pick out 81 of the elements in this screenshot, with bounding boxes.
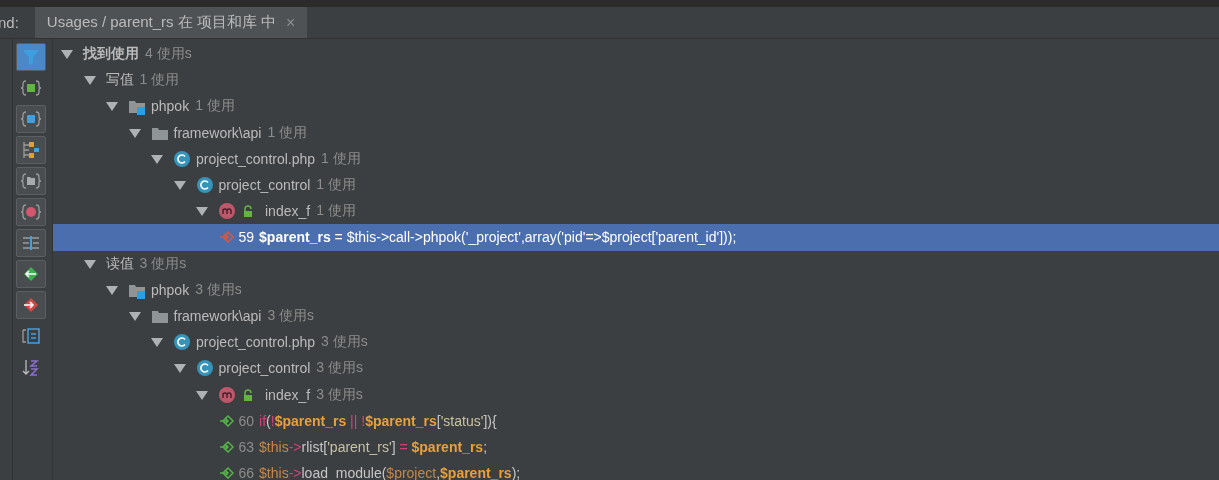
- braces-field-button[interactable]: [16, 105, 46, 133]
- expanded-arrow-icon[interactable]: [151, 153, 163, 164]
- code-line: $this->load_module($project,$parent_rs);: [259, 465, 521, 480]
- arrow-diamond-button[interactable]: [16, 260, 46, 288]
- node-label: project_control.php: [196, 334, 316, 351]
- node-label: 写值: [105, 71, 134, 90]
- arrow-diamond-icon: [21, 295, 41, 315]
- code-line: $parent_rs = $this->call->phpok('_project',array('pid'=>$project['parent_id']));: [259, 229, 737, 246]
- class-icon: [173, 333, 191, 352]
- usage-count: 1 使用: [316, 202, 356, 221]
- method-icon: [218, 385, 236, 404]
- write-access-icon: [218, 231, 235, 244]
- class-icon: [195, 359, 214, 378]
- usage-row[interactable]: 59 $parent_rs = $this->call->phpok('_project',array('pid'=>$project['parent_id']));: [53, 224, 1219, 251]
- usage-count: 1 使用: [195, 97, 235, 116]
- read-access-icon: [218, 467, 235, 480]
- node-label: phpok: [151, 98, 190, 115]
- split-button[interactable]: [16, 229, 46, 257]
- lock-icon: [241, 388, 253, 401]
- expanded-arrow-icon[interactable]: [151, 337, 163, 348]
- node-label: framework\api: [173, 307, 262, 324]
- expanded-arrow-icon[interactable]: [128, 310, 141, 321]
- expanded-arrow-icon[interactable]: [83, 75, 96, 86]
- expanded-arrow-icon[interactable]: [106, 284, 118, 295]
- class-icon: [173, 149, 191, 168]
- node-label: 读值: [105, 254, 134, 273]
- usage-row[interactable]: 66 $this->load_module($project,$parent_rs);: [53, 460, 1219, 480]
- line-number: 60: [238, 412, 255, 429]
- line-number: 66: [238, 465, 255, 480]
- read-access-icon: [218, 414, 235, 427]
- read-access-icon: [218, 440, 235, 453]
- usage-row[interactable]: 60 if(!$parent_rs || !$parent_rs['status']){: [53, 407, 1219, 434]
- usage-count: 1 使用: [267, 123, 308, 142]
- tree-icon: [21, 140, 41, 160]
- node-label: project_control: [218, 177, 311, 194]
- arrow-diamond-button[interactable]: [16, 291, 46, 319]
- line-number: 63: [238, 438, 255, 455]
- node-label: project_control.php: [196, 150, 316, 167]
- expanded-arrow-icon[interactable]: [196, 206, 208, 217]
- node-label: 找到使用: [83, 45, 139, 64]
- usage-count: 1 使用: [316, 176, 356, 195]
- usage-count: 1 使用: [321, 149, 361, 168]
- expanded-arrow-icon[interactable]: [196, 389, 208, 400]
- usage-count: 3 使用s: [267, 306, 315, 325]
- line-number: 59: [238, 229, 255, 246]
- usage-row[interactable]: 63 $this->rlist['parent_rs'] = $parent_rs;: [53, 433, 1219, 460]
- expanded-arrow-icon[interactable]: [173, 363, 186, 374]
- usage-count: 3 使用s: [139, 254, 187, 273]
- node-label: framework\api: [173, 124, 262, 141]
- method-icon: [218, 202, 236, 221]
- expanded-arrow-icon[interactable]: [173, 180, 186, 191]
- lock-icon: [241, 205, 253, 218]
- split-icon: [21, 233, 41, 253]
- class-icon: [195, 176, 214, 195]
- preview-icon: [21, 326, 41, 346]
- filter-icon: [21, 47, 41, 67]
- tree-button[interactable]: [16, 136, 46, 164]
- node-label: index_f: [265, 386, 311, 403]
- expanded-arrow-icon[interactable]: [61, 49, 73, 60]
- usage-count: 3 使用s: [316, 385, 363, 404]
- braces-method-icon: [21, 78, 41, 98]
- usage-count: 3 使用s: [321, 333, 368, 352]
- node-label: project_control: [218, 360, 311, 377]
- node-label: index_f: [265, 203, 311, 220]
- braces-folder-icon: [21, 171, 41, 191]
- code-line: if(!$parent_rs || !$parent_rs['status']){: [259, 412, 497, 429]
- usage-count: 1 使用: [139, 71, 180, 90]
- braces-method-button[interactable]: [16, 198, 46, 226]
- usages-tab[interactable]: Usages / parent_rs 在 项目和库 中 ×: [34, 7, 308, 38]
- usage-count: 4 使用s: [145, 45, 192, 64]
- usage-count: 3 使用s: [195, 280, 242, 299]
- braces-field-icon: [21, 109, 41, 129]
- code-line: $this->rlist['parent_rs'] = $parent_rs;: [259, 438, 487, 455]
- expanded-arrow-icon[interactable]: [128, 127, 141, 138]
- expanded-arrow-icon[interactable]: [83, 258, 96, 269]
- braces-method-icon: [21, 202, 41, 222]
- usage-count: 3 使用s: [316, 359, 363, 378]
- braces-folder-button[interactable]: [16, 167, 46, 195]
- node-label: phpok: [151, 281, 190, 298]
- expanded-arrow-icon[interactable]: [106, 101, 118, 112]
- sort-icon: [21, 357, 41, 377]
